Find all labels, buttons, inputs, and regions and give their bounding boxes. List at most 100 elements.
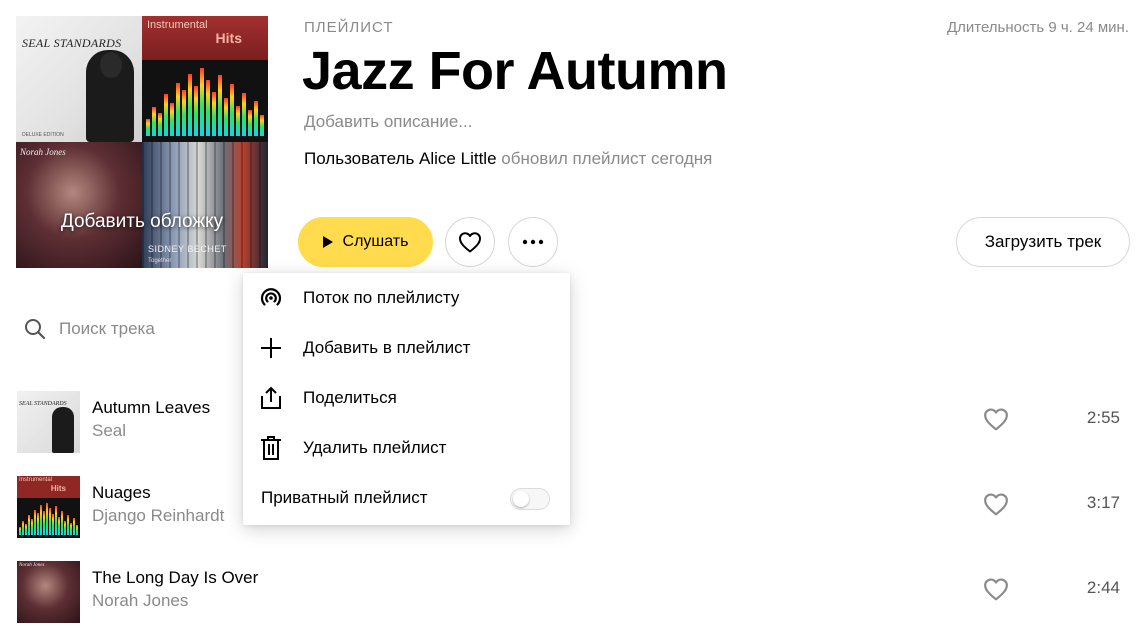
cover-tile-hits-title: Hits bbox=[215, 30, 242, 46]
equalizer-bar bbox=[248, 110, 252, 136]
play-icon bbox=[322, 236, 333, 248]
equalizer-bar bbox=[176, 82, 180, 136]
share-icon bbox=[258, 385, 284, 411]
menu-item-label: Удалить плейлист bbox=[303, 438, 447, 457]
track-artist[interactable]: Norah Jones bbox=[92, 591, 188, 611]
playlist-cover[interactable]: SEAL STANDARDS DELUXE EDITION Instrument… bbox=[16, 16, 268, 268]
equalizer-bar bbox=[158, 113, 162, 136]
plus-icon bbox=[258, 335, 284, 361]
track-artist[interactable]: Django Reinhardt bbox=[92, 506, 224, 526]
equalizer-bar bbox=[260, 114, 264, 136]
private-playlist-label: Приватный плейлист bbox=[261, 488, 428, 507]
cover-tile-norah: Norah Jones bbox=[16, 142, 142, 268]
toggle-knob bbox=[513, 491, 529, 507]
playlist-title[interactable]: Jazz For Autumn bbox=[302, 40, 728, 102]
equalizer-bar bbox=[40, 505, 42, 535]
playlist-duration: Длительность 9 ч. 24 мин. bbox=[946, 19, 1129, 36]
cover-tile-hits-instrumental: Instrumental bbox=[147, 19, 208, 31]
playlist-context-menu: Поток по плейлисту Добавить в плейлист П… bbox=[243, 273, 570, 525]
cover-tile-seal-edition: DELUXE EDITION bbox=[22, 132, 64, 138]
track-cover[interactable]: Norah Jones bbox=[17, 561, 80, 623]
heart-icon[interactable] bbox=[983, 577, 1009, 601]
equalizer-bar bbox=[31, 519, 33, 535]
equalizer-bar bbox=[67, 514, 69, 535]
equalizer-bar bbox=[52, 514, 54, 535]
track-duration: 2:44 bbox=[1086, 578, 1120, 597]
equalizer-bar bbox=[61, 510, 63, 535]
cover-tile-sidney: SIDNEY BECHET Together bbox=[142, 142, 268, 268]
private-playlist-toggle[interactable] bbox=[510, 488, 550, 510]
track-row[interactable]: Norah Jones The Long Day Is Over Norah J… bbox=[0, 556, 1137, 626]
search-icon bbox=[25, 319, 46, 340]
trash-icon bbox=[258, 435, 284, 461]
equalizer-bar bbox=[28, 515, 30, 535]
equalizer-bar bbox=[34, 509, 36, 535]
listen-label: Слушать bbox=[342, 233, 409, 250]
equalizer-bar bbox=[49, 508, 51, 535]
like-playlist-button[interactable] bbox=[445, 217, 495, 267]
equalizer-bar bbox=[164, 94, 168, 136]
playlist-updated-info: Пользователь Alice Little обновил плейли… bbox=[304, 149, 712, 169]
equalizer-bar bbox=[73, 518, 75, 535]
equalizer-bar bbox=[70, 522, 72, 535]
equalizer-bar bbox=[188, 73, 192, 136]
heart-icon[interactable] bbox=[983, 492, 1009, 516]
equalizer-bar bbox=[152, 107, 156, 136]
menu-item-playlist-stream[interactable]: Поток по плейлисту bbox=[243, 273, 570, 323]
track-title[interactable]: The Long Day Is Over bbox=[92, 568, 258, 588]
playlist-type-label: ПЛЕЙЛИСТ bbox=[304, 19, 394, 36]
equalizer-bar bbox=[200, 67, 204, 136]
add-description-field[interactable]: Добавить описание... bbox=[304, 112, 472, 132]
equalizer-bar bbox=[170, 102, 174, 136]
equalizer-bar bbox=[55, 506, 57, 535]
equalizer-bar bbox=[76, 524, 78, 535]
track-cover-title: Hits bbox=[50, 484, 66, 493]
track-cover-title: SEAL STANDARDS bbox=[19, 401, 67, 407]
track-cover-art: SEAL STANDARDS bbox=[17, 391, 80, 453]
cover-tile-seal-title: SEAL STANDARDS bbox=[22, 36, 122, 50]
equalizer-bar bbox=[37, 513, 39, 535]
cover-tile-seal-head bbox=[100, 52, 122, 78]
equalizer-bar bbox=[254, 101, 258, 136]
cover-tile-norah-name: Norah Jones bbox=[20, 147, 66, 157]
track-cover-figure bbox=[52, 407, 74, 453]
cover-tile-sidney-sub: Together bbox=[148, 258, 172, 264]
menu-item-private-playlist: Приватный плейлист bbox=[243, 473, 570, 523]
cover-tile-hits-equalizer bbox=[146, 60, 264, 136]
equalizer-bar bbox=[224, 98, 228, 136]
equalizer-bar bbox=[182, 90, 186, 136]
radio-wave-icon bbox=[258, 285, 284, 311]
updated-suffix: обновил плейлист сегодня bbox=[496, 149, 713, 168]
track-search bbox=[24, 318, 239, 340]
equalizer-bar bbox=[19, 527, 21, 535]
equalizer-bar bbox=[58, 517, 60, 535]
track-cover[interactable]: Instrumental Hits bbox=[17, 476, 80, 538]
cover-tile-sidney-name: SIDNEY BECHET bbox=[148, 244, 227, 254]
track-cover-equalizer bbox=[19, 499, 78, 535]
menu-item-label: Добавить в плейлист bbox=[303, 338, 471, 357]
equalizer-bar bbox=[212, 91, 216, 136]
equalizer-bar bbox=[146, 119, 150, 136]
search-input[interactable] bbox=[59, 319, 239, 339]
menu-item-share[interactable]: Поделиться bbox=[243, 373, 570, 423]
more-dots-icon bbox=[522, 239, 544, 245]
menu-item-delete-playlist[interactable]: Удалить плейлист bbox=[243, 423, 570, 473]
equalizer-bar bbox=[22, 521, 24, 535]
menu-item-label: Поток по плейлисту bbox=[303, 288, 460, 307]
heart-icon[interactable] bbox=[983, 407, 1009, 431]
track-title[interactable]: Nuages bbox=[92, 483, 151, 503]
equalizer-bar bbox=[43, 511, 45, 535]
track-cover-art: Instrumental Hits bbox=[17, 476, 80, 538]
updated-user[interactable]: Пользователь Alice Little bbox=[304, 149, 497, 168]
menu-item-label: Поделиться bbox=[303, 388, 397, 407]
upload-track-button[interactable]: Загрузить трек bbox=[956, 217, 1130, 267]
heart-icon bbox=[459, 232, 481, 253]
more-button[interactable] bbox=[508, 217, 558, 267]
track-cover-title: Norah Jones bbox=[19, 563, 45, 568]
track-title[interactable]: Autumn Leaves bbox=[92, 398, 210, 418]
menu-item-add-to-playlist[interactable]: Добавить в плейлист bbox=[243, 323, 570, 373]
cover-tile-seal: SEAL STANDARDS DELUXE EDITION bbox=[16, 16, 142, 142]
track-artist[interactable]: Seal bbox=[92, 421, 126, 441]
track-cover[interactable]: SEAL STANDARDS bbox=[17, 391, 80, 453]
listen-button[interactable]: Слушать bbox=[298, 217, 433, 267]
